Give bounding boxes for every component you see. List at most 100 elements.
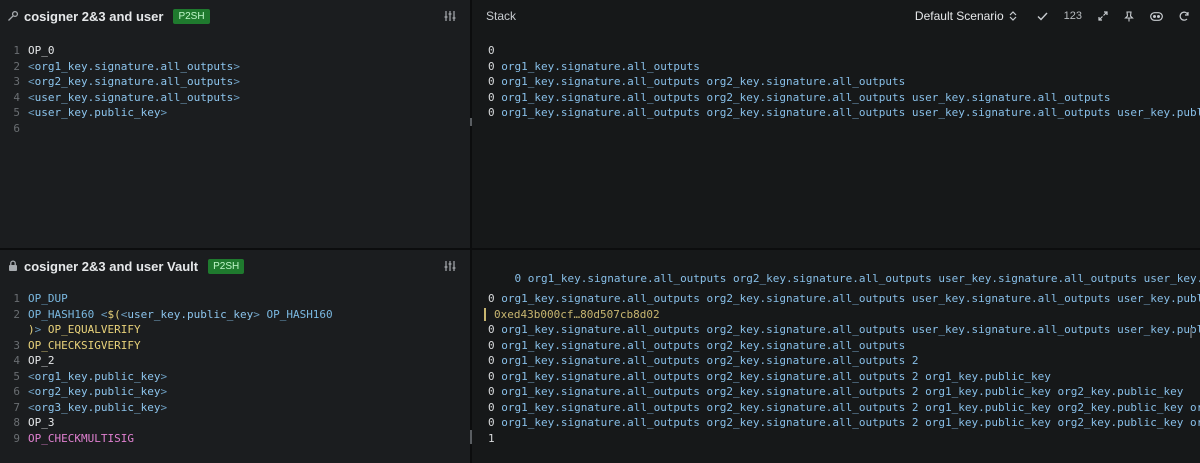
code-token: OP_DUP <box>28 292 68 305</box>
stack-items: org1_key.signature.all_outputs org2_key.… <box>494 338 906 352</box>
code-token: OP_2 <box>28 354 55 367</box>
stack-number: 0 <box>488 369 495 383</box>
stack-number: 0 <box>488 292 495 305</box>
code-token: < <box>28 385 35 398</box>
code-token: OP_3 <box>28 416 55 429</box>
stack-state: 0 org1_key.signature.all_outputs <box>472 59 1200 75</box>
code-line[interactable]: 6 <org2_key.public_key> <box>0 384 470 400</box>
code-line[interactable]: 3 OP_CHECKSIGVERIFY <box>0 338 470 354</box>
code-token: > <box>34 323 48 336</box>
line-number: 6 <box>13 121 20 135</box>
code-token: > <box>233 75 240 88</box>
stack-state: 0 org1_key.signature.all_outputs org2_ke… <box>472 105 1200 121</box>
scenario-select[interactable]: Default Scenario <box>915 9 1017 23</box>
stack-number: 0 <box>488 400 495 414</box>
code-token: > <box>233 59 240 73</box>
code-line[interactable]: 1 OP_0 <box>0 43 470 59</box>
sliders-icon[interactable] <box>444 8 460 24</box>
scrollbar-thumb[interactable] <box>1190 328 1192 338</box>
code-token: OP_HASH160 <box>28 307 101 321</box>
stack-state: 0 org1_key.signature.all_outputs org2_ke… <box>472 384 1200 400</box>
stack-label: Stack <box>486 9 517 23</box>
code-token: > <box>160 400 168 414</box>
stack-number: 0 <box>488 416 495 429</box>
script-code[interactable]: 1 OP_0 2 <org1_key.signature.all_outputs> 3 <… <box>0 43 470 136</box>
code-line[interactable]: 4 OP_2 <box>0 353 470 369</box>
stack-number: 0 <box>488 75 495 88</box>
stack-items: org1_key.signature.all_outputs org2_key.… <box>494 90 1111 104</box>
p2sh-badge: P2SH <box>208 258 245 274</box>
stack-state: 0 org1_key.signature.all_outputs org2_ke… <box>472 291 1200 307</box>
script-title[interactable]: cosigner 2&3 and user Vault <box>24 259 198 274</box>
stack-items: org1_key.signature.all_outputs <box>494 59 700 73</box>
stack-number: 0 <box>488 106 495 119</box>
code-token: org1_key.signature.all_outputs <box>34 59 234 73</box>
line-number: 4 <box>13 90 20 104</box>
code-token: user_key.signature.all_outputs <box>34 90 234 104</box>
top-script-editor: cosigner 2&3 and user P2SH 1 OP_0 2 <org1_k… <box>0 0 470 248</box>
code-line[interactable]: 8 OP_3 <box>0 415 470 431</box>
code-token: user_key.public_key <box>34 106 161 119</box>
code-token: < <box>28 400 35 414</box>
number-toggle[interactable]: 123 <box>1064 10 1082 22</box>
code-line[interactable]: 2 OP_HASH160 <$(<user_key.public_key> OP_… <box>0 307 470 323</box>
pane-divider-vertical[interactable] <box>470 0 472 463</box>
code-line[interactable]: 7 <org3_key.public_key> <box>0 400 470 416</box>
stack-state: 0 org1_key.signature.all_outputs org2_ke… <box>472 322 1200 338</box>
code-token: user_key.public_key <box>127 307 254 321</box>
line-number: 5 <box>13 106 20 119</box>
stack-state: 0 org1_key.signature.all_outputs org2_ke… <box>472 369 1200 385</box>
stack-items: org1_key.signature.all_outputs org2_key.… <box>494 292 1200 305</box>
code-line[interactable]: 2 <org1_key.signature.all_outputs> <box>0 59 470 75</box>
pin-icon[interactable] <box>1124 10 1134 22</box>
line-number: 1 <box>13 292 20 305</box>
stack-items: org1_key.signature.all_outputs org2_key.… <box>494 75 906 88</box>
code-line[interactable]: 6 <box>0 121 470 137</box>
stack-number: 0 <box>488 338 495 352</box>
code-token: OP_EQUALVERIFY <box>47 323 141 336</box>
code-line[interactable]: 3 <org2_key.signature.all_outputs> <box>0 74 470 90</box>
code-line[interactable]: 5 <org1_key.public_key> <box>0 369 470 385</box>
stack-state: 0xed43b000cf…80d507cb8d02 <box>472 307 1200 323</box>
stack-number: 0 <box>488 354 495 367</box>
code-line[interactable]: )> OP_EQUALVERIFY <box>0 322 470 338</box>
code-line[interactable]: 5 <user_key.public_key> <box>0 105 470 121</box>
line-number: 4 <box>13 354 20 367</box>
code-line[interactable]: 9 OP_CHECKMULTISIG <box>0 431 470 447</box>
line-number: 2 <box>13 307 20 321</box>
stack-items: org1_key.signature.all_outputs org2_key.… <box>494 323 1200 336</box>
line-number: 9 <box>13 431 20 445</box>
stack-number: 0 <box>488 59 495 73</box>
code-token: OP_0 <box>28 44 55 57</box>
stack-items: org1_key.signature.all_outputs org2_key.… <box>494 369 1051 383</box>
stack-number: 0 <box>488 385 495 398</box>
code-token: org1_key.public_key <box>34 369 161 383</box>
stack-states-top: 00 org1_key.signature.all_outputs 0 org1_… <box>472 43 1200 121</box>
script-title[interactable]: cosigner 2&3 and user <box>24 9 163 24</box>
resize-handle[interactable] <box>470 118 472 126</box>
pane-divider-horizontal[interactable] <box>0 248 1200 250</box>
stack-state: 0 org1_key.signature.all_outputs org2_ke… <box>472 90 1200 106</box>
expand-icon[interactable] <box>1098 11 1108 21</box>
top-script-header: cosigner 2&3 and user P2SH <box>0 0 470 32</box>
bottom-script-header: cosigner 2&3 and user Vault P2SH <box>0 250 470 282</box>
key-icon <box>6 9 20 23</box>
code-line[interactable]: 4 <user_key.signature.all_outputs> <box>0 90 470 106</box>
check-icon[interactable] <box>1037 12 1048 21</box>
code-line[interactable]: 1 OP_DUP <box>0 291 470 307</box>
code-token: < <box>28 369 35 383</box>
stack-items: org1_key.signature.all_outputs org2_key.… <box>494 416 1200 429</box>
p2sh-badge: P2SH <box>173 8 210 24</box>
redo-icon[interactable] <box>1179 11 1190 21</box>
resize-handle[interactable] <box>470 430 472 444</box>
lock-icon <box>6 259 20 273</box>
sliders-icon[interactable] <box>444 258 460 274</box>
script-code[interactable]: 1 OP_DUP 2 OP_HASH160 < $(< user_key.public_k… <box>0 291 470 446</box>
code-token: OP_CHECKSIGVERIFY <box>28 338 141 352</box>
stack-items: org1_key.signature.all_outputs org2_key.… <box>494 385 1184 398</box>
code-token: < <box>28 106 35 119</box>
eye-icon[interactable] <box>1150 11 1163 21</box>
stack-number: 0 <box>488 323 495 336</box>
line-number: 6 <box>13 385 20 398</box>
line-number: 5 <box>13 369 20 383</box>
